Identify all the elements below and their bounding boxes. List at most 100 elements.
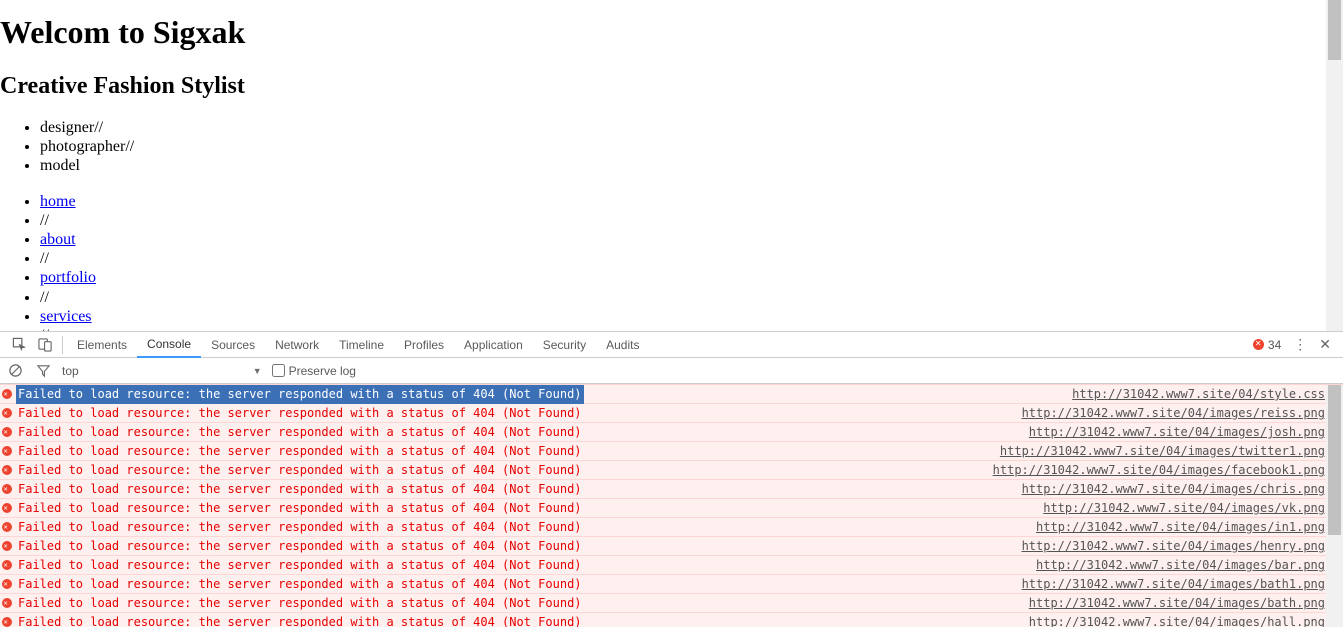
- error-icon: [2, 617, 12, 627]
- error-count-badge[interactable]: 34: [1253, 338, 1281, 352]
- devtools-scrollbar[interactable]: [1326, 385, 1343, 627]
- console-error-row[interactable]: Failed to load resource: the server resp…: [0, 384, 1343, 403]
- divider: [62, 336, 63, 354]
- role-label: photographer: [40, 138, 125, 155]
- preserve-log-label: Preserve log: [289, 364, 356, 378]
- nav-item-about[interactable]: about: [40, 230, 1326, 249]
- error-icon: [2, 389, 12, 399]
- filter-icon[interactable]: [34, 358, 52, 384]
- error-source-link[interactable]: http://31042.www7.site/04/images/vk.png: [1043, 499, 1343, 518]
- tab-audits[interactable]: Audits: [596, 332, 649, 358]
- tab-console[interactable]: Console: [137, 332, 201, 358]
- tab-elements[interactable]: Elements: [67, 332, 137, 358]
- console-filterbar: top ▼ Preserve log: [0, 358, 1343, 384]
- error-message: Failed to load resource: the server resp…: [16, 575, 584, 594]
- error-source-link[interactable]: http://31042.www7.site/04/images/bath1.p…: [1022, 575, 1343, 594]
- roles-list: designer// photographer// model: [0, 118, 1326, 176]
- console-error-row[interactable]: Failed to load resource: the server resp…: [0, 422, 1343, 441]
- error-icon: [2, 560, 12, 570]
- page-scrollbar[interactable]: [1326, 0, 1343, 331]
- error-message: Failed to load resource: the server resp…: [16, 537, 584, 556]
- nav-item-home[interactable]: home: [40, 192, 1326, 211]
- error-icon: [2, 598, 12, 608]
- devtools-panel: Elements Console Sources Network Timelin…: [0, 331, 1343, 627]
- error-icon: [1253, 339, 1264, 350]
- devtools-tabbar: Elements Console Sources Network Timelin…: [0, 332, 1343, 358]
- role-sep: //: [125, 138, 134, 155]
- tab-profiles[interactable]: Profiles: [394, 332, 454, 358]
- error-message: Failed to load resource: the server resp…: [16, 442, 584, 461]
- nav-link[interactable]: portfolio: [40, 269, 96, 286]
- tab-sources[interactable]: Sources: [201, 332, 265, 358]
- error-source-link[interactable]: http://31042.www7.site/04/images/bar.png: [1036, 556, 1343, 575]
- level-filter-dropdown[interactable]: ▼: [253, 366, 262, 376]
- error-message: Failed to load resource: the server resp…: [16, 594, 584, 613]
- error-source-link[interactable]: http://31042.www7.site/04/images/chris.p…: [1022, 480, 1343, 499]
- error-source-link[interactable]: http://31042.www7.site/04/images/josh.pn…: [1029, 423, 1343, 442]
- close-icon[interactable]: ✕: [1313, 336, 1337, 353]
- tab-security[interactable]: Security: [533, 332, 596, 358]
- console-error-row[interactable]: Failed to load resource: the server resp…: [0, 612, 1343, 627]
- console-error-row[interactable]: Failed to load resource: the server resp…: [0, 460, 1343, 479]
- nav-link[interactable]: services: [40, 308, 92, 325]
- error-source-link[interactable]: http://31042.www7.site/04/images/bath.pn…: [1029, 594, 1343, 613]
- page-subtitle: Creative Fashion Stylist: [0, 73, 1326, 100]
- tab-timeline[interactable]: Timeline: [329, 332, 394, 358]
- error-source-link[interactable]: http://31042.www7.site/04/style.css: [1072, 385, 1343, 404]
- error-message: Failed to load resource: the server resp…: [16, 461, 584, 480]
- error-source-link[interactable]: http://31042.www7.site/04/images/faceboo…: [993, 461, 1343, 480]
- nav-sep: //: [40, 249, 1326, 268]
- error-message: Failed to load resource: the server resp…: [16, 613, 584, 627]
- scrollbar-thumb[interactable]: [1328, 0, 1341, 60]
- error-source-link[interactable]: http://31042.www7.site/04/images/reiss.p…: [1022, 404, 1343, 423]
- device-toggle-icon[interactable]: [32, 332, 58, 358]
- nav-item-portfolio[interactable]: portfolio: [40, 268, 1326, 287]
- error-source-link[interactable]: http://31042.www7.site/04/images/in1.png: [1036, 518, 1343, 537]
- scrollbar-thumb[interactable]: [1328, 385, 1341, 535]
- console-messages[interactable]: Failed to load resource: the server resp…: [0, 384, 1343, 627]
- error-icon: [2, 541, 12, 551]
- nav-sep: //: [40, 288, 1326, 307]
- nav-link[interactable]: home: [40, 193, 76, 210]
- nav-sep: //: [40, 211, 1326, 230]
- error-message: Failed to load resource: the server resp…: [16, 556, 584, 575]
- error-source-link[interactable]: http://31042.www7.site/04/images/henry.p…: [1022, 537, 1343, 556]
- error-icon: [2, 427, 12, 437]
- error-source-link[interactable]: http://31042.www7.site/04/images/twitter…: [1000, 442, 1343, 461]
- console-error-row[interactable]: Failed to load resource: the server resp…: [0, 574, 1343, 593]
- error-message: Failed to load resource: the server resp…: [16, 518, 584, 537]
- error-icon: [2, 408, 12, 418]
- inspect-icon[interactable]: [6, 332, 32, 358]
- error-message: Failed to load resource: the server resp…: [16, 499, 584, 518]
- tab-network[interactable]: Network: [265, 332, 329, 358]
- context-selector[interactable]: top: [62, 364, 79, 378]
- console-error-row[interactable]: Failed to load resource: the server resp…: [0, 479, 1343, 498]
- error-message: Failed to load resource: the server resp…: [16, 423, 584, 442]
- nav-item-services[interactable]: services: [40, 307, 1326, 326]
- error-message: Failed to load resource: the server resp…: [16, 480, 584, 499]
- error-count: 34: [1268, 338, 1281, 352]
- console-error-row[interactable]: Failed to load resource: the server resp…: [0, 555, 1343, 574]
- error-icon: [2, 579, 12, 589]
- error-icon: [2, 503, 12, 513]
- nav-link[interactable]: about: [40, 231, 76, 248]
- tab-application[interactable]: Application: [454, 332, 533, 358]
- more-icon[interactable]: ⋮: [1287, 336, 1313, 353]
- error-icon: [2, 522, 12, 532]
- console-error-row[interactable]: Failed to load resource: the server resp…: [0, 403, 1343, 422]
- error-source-link[interactable]: http://31042.www7.site/04/images/hall.pn…: [1029, 613, 1343, 627]
- console-error-row[interactable]: Failed to load resource: the server resp…: [0, 536, 1343, 555]
- role-label: designer: [40, 119, 94, 136]
- preserve-log-toggle[interactable]: Preserve log: [272, 364, 356, 378]
- preserve-log-checkbox[interactable]: [272, 364, 285, 377]
- error-message: Failed to load resource: the server resp…: [16, 404, 584, 423]
- console-error-row[interactable]: Failed to load resource: the server resp…: [0, 593, 1343, 612]
- page-title: Welcom to Sigxak: [0, 14, 1326, 51]
- page-content: Welcom to Sigxak Creative Fashion Stylis…: [0, 0, 1326, 331]
- error-icon: [2, 465, 12, 475]
- console-error-row[interactable]: Failed to load resource: the server resp…: [0, 498, 1343, 517]
- error-icon: [2, 446, 12, 456]
- console-error-row[interactable]: Failed to load resource: the server resp…: [0, 517, 1343, 536]
- console-error-row[interactable]: Failed to load resource: the server resp…: [0, 441, 1343, 460]
- clear-console-icon[interactable]: [6, 358, 24, 384]
